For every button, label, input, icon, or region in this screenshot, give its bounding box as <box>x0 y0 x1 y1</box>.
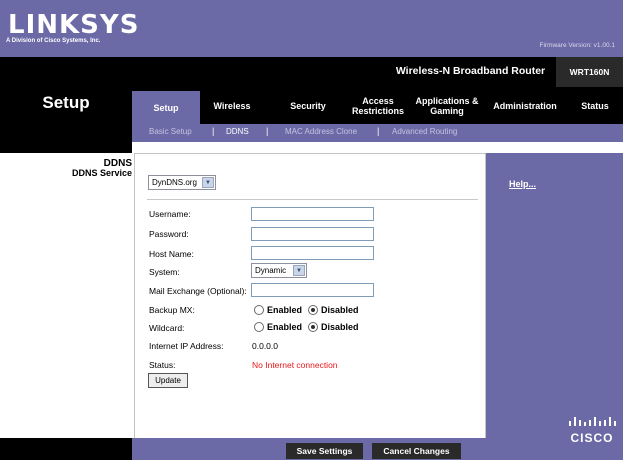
tab-setup[interactable]: Setup <box>132 91 200 124</box>
subtab-ddns[interactable]: DDNS <box>226 127 249 136</box>
tab-administration[interactable]: Administration <box>484 91 566 121</box>
divider <box>147 199 478 200</box>
system-select[interactable]: Dynamic ▼ <box>251 263 307 278</box>
system-label: System: <box>149 267 180 277</box>
backup-mx-enabled-radio[interactable] <box>254 305 264 315</box>
wildcard-disabled-radio[interactable] <box>308 322 318 332</box>
backup-mx-disabled-radio[interactable] <box>308 305 318 315</box>
cisco-logo-text: CISCO <box>570 431 614 445</box>
chevron-down-icon: ▼ <box>293 265 305 276</box>
model-badge: WRT160N <box>556 57 623 87</box>
username-label: Username: <box>149 209 191 219</box>
wildcard-disabled-label: Disabled <box>321 322 359 332</box>
tab-applications-gaming[interactable]: Applications & Gaming <box>413 91 481 121</box>
ddns-service-select[interactable]: DynDNS.org ▼ <box>148 175 216 190</box>
help-panel <box>486 153 623 438</box>
update-button[interactable]: Update <box>148 373 188 388</box>
wildcard-enabled-radio[interactable] <box>254 322 264 332</box>
username-input[interactable] <box>251 207 374 221</box>
backup-mx-label: Backup MX: <box>149 305 195 315</box>
wildcard-label: Wildcard: <box>149 323 185 333</box>
subtab-separator: | <box>266 126 269 136</box>
subtab-basic-setup[interactable]: Basic Setup <box>149 127 192 136</box>
help-link[interactable]: Help... <box>509 179 536 189</box>
ddns-service-value: DynDNS.org <box>152 178 197 187</box>
product-name: Wireless-N Broadband Router <box>395 65 546 77</box>
section-title: Setup <box>42 93 90 112</box>
left-footer <box>0 438 132 460</box>
password-input[interactable] <box>251 227 374 241</box>
save-settings-button[interactable]: Save Settings <box>286 443 363 459</box>
firmware-version: Firmware Version: v1.00.1 <box>539 42 615 49</box>
tab-wireless[interactable]: Wireless <box>202 91 262 121</box>
tab-access-restrictions[interactable]: Access Restrictions <box>344 91 412 121</box>
status-label: Status: <box>149 360 176 370</box>
sidebar-item-ddns-service: DDNS Service <box>71 168 132 178</box>
left-panel <box>0 153 132 438</box>
subtab-separator: | <box>212 126 215 136</box>
mail-exchange-input[interactable] <box>251 283 374 297</box>
internet-ip-label: Internet IP Address: <box>149 341 224 351</box>
cancel-changes-button[interactable]: Cancel Changes <box>372 443 461 459</box>
tab-status[interactable]: Status <box>569 91 621 121</box>
host-name-label: Host Name: <box>149 249 194 259</box>
password-label: Password: <box>149 229 189 239</box>
internet-ip-value: 0.0.0.0 <box>252 341 278 351</box>
tab-security[interactable]: Security <box>277 91 339 121</box>
subtab-advanced-routing[interactable]: Advanced Routing <box>392 127 457 136</box>
subtab-mac-address-clone[interactable]: MAC Address Clone <box>285 127 357 136</box>
subtab-separator: | <box>377 126 380 136</box>
host-name-input[interactable] <box>251 246 374 260</box>
linksys-logo: LINKSYS <box>8 10 140 40</box>
backup-mx-disabled-label: Disabled <box>321 305 359 315</box>
backup-mx-enabled-label: Enabled <box>267 305 303 315</box>
status-value: No Internet connection <box>252 360 338 370</box>
system-value: Dynamic <box>255 266 287 275</box>
mail-exchange-label: Mail Exchange (Optional): <box>149 286 247 296</box>
chevron-down-icon: ▼ <box>202 177 214 188</box>
wildcard-enabled-label: Enabled <box>267 322 303 332</box>
cisco-bridge-icon <box>569 417 616 426</box>
logo-subtitle: A Division of Cisco Systems, Inc. <box>6 38 101 44</box>
